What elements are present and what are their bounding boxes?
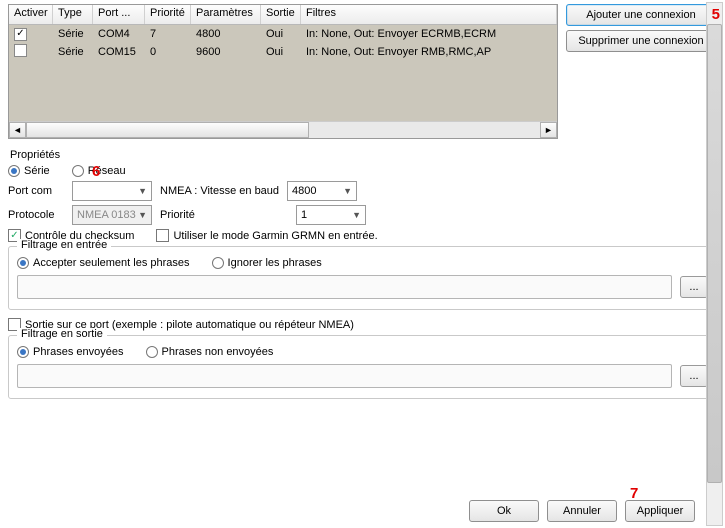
ok-button[interactable]: Ok	[469, 500, 539, 522]
properties-title: Propriétés	[10, 149, 717, 161]
radio-serial[interactable]: Série	[8, 165, 50, 177]
port-combo[interactable]: ▼	[72, 181, 152, 201]
input-filter-more-button[interactable]: ...	[680, 276, 708, 298]
add-connection-button[interactable]: Ajouter une connexion	[566, 4, 716, 26]
col-activer[interactable]: Activer	[9, 5, 53, 24]
scroll-left-icon[interactable]: ◄	[9, 122, 26, 138]
col-port[interactable]: Port ...	[93, 5, 145, 24]
priority-label: Priorité	[160, 209, 288, 221]
chevron-down-icon: ▼	[138, 186, 147, 196]
scroll-right-icon[interactable]: ►	[540, 122, 557, 138]
chevron-down-icon: ▼	[343, 186, 352, 196]
input-filter-text[interactable]	[17, 275, 672, 299]
col-filtres[interactable]: Filtres	[301, 5, 557, 24]
garmin-checkbox[interactable]: Utiliser le mode Garmin GRMN en entrée.	[156, 229, 377, 242]
baud-combo[interactable]: 4800▼	[287, 181, 357, 201]
radio-notsent-sentences[interactable]: Phrases non envoyées	[146, 346, 274, 358]
protocol-label: Protocole	[8, 209, 64, 221]
col-sortie[interactable]: Sortie	[261, 5, 301, 24]
chevron-down-icon: ▼	[138, 210, 147, 220]
col-type[interactable]: Type	[53, 5, 93, 24]
delete-connection-button[interactable]: Supprimer une connexion	[566, 30, 716, 52]
radio-accept-sentences[interactable]: Accepter seulement les phrases	[17, 257, 190, 269]
scroll-thumb[interactable]	[26, 122, 309, 138]
output-filter-fieldset: Filtrage en sortie Phrases envoyées Phra…	[8, 335, 717, 399]
vertical-scrollbar[interactable]	[706, 2, 723, 526]
radio-network[interactable]: Réseau	[72, 165, 126, 177]
priority-combo[interactable]: 1▼	[296, 205, 366, 225]
output-filter-more-button[interactable]: ...	[680, 365, 708, 387]
horizontal-scrollbar[interactable]: ◄ ►	[9, 121, 557, 138]
table-row[interactable]: SérieCOM1509600OuiIn: None, Out: Envoyer…	[9, 43, 557, 61]
col-priorite[interactable]: Priorité	[145, 5, 191, 24]
output-filter-text[interactable]	[17, 364, 672, 388]
connections-table: Activer Type Port ... Priorité Paramètre…	[8, 4, 558, 139]
scroll-thumb[interactable]	[707, 24, 722, 483]
row-active-checkbox[interactable]	[14, 44, 27, 57]
input-filter-legend: Filtrage en entrée	[17, 239, 111, 251]
cancel-button[interactable]: Annuler	[547, 500, 617, 522]
row-active-checkbox[interactable]: ✓	[14, 28, 27, 41]
output-filter-legend: Filtrage en sortie	[17, 328, 107, 340]
radio-sent-sentences[interactable]: Phrases envoyées	[17, 346, 124, 358]
apply-button[interactable]: Appliquer	[625, 500, 695, 522]
baud-label: NMEA : Vitesse en baud	[160, 185, 279, 197]
chevron-down-icon: ▼	[352, 210, 361, 220]
col-parametres[interactable]: Paramètres	[191, 5, 261, 24]
table-row[interactable]: ✓SérieCOM474800OuiIn: None, Out: Envoyer…	[9, 25, 557, 43]
protocol-combo[interactable]: NMEA 0183▼	[72, 205, 152, 225]
port-label: Port com	[8, 185, 64, 197]
input-filter-fieldset: Filtrage en entrée Accepter seulement le…	[8, 246, 717, 310]
radio-ignore-sentences[interactable]: Ignorer les phrases	[212, 257, 322, 269]
